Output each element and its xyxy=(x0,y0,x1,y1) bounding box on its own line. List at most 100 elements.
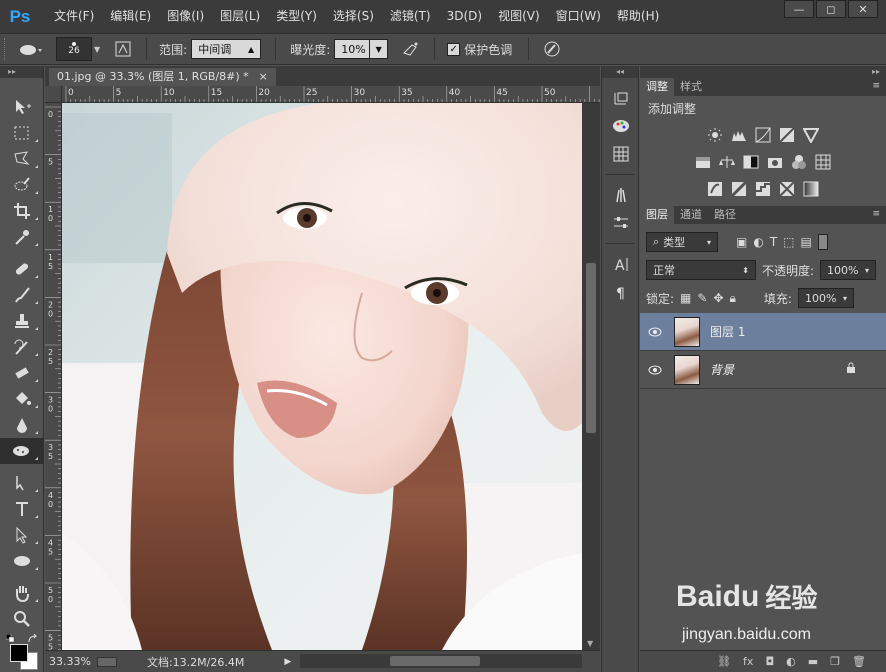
default-colors-icon[interactable] xyxy=(6,634,16,644)
lock-all-icon[interactable]: 🔒︎ xyxy=(730,291,736,306)
layer-row[interactable]: 图层 1 xyxy=(640,313,886,351)
lock-position-icon[interactable]: ✥ xyxy=(713,291,723,305)
layer-name[interactable]: 图层 1 xyxy=(710,323,745,340)
channel-mixer-icon[interactable] xyxy=(790,153,808,171)
document-canvas[interactable] xyxy=(62,103,582,650)
swatches-panel-button[interactable] xyxy=(602,140,640,168)
shape-tool[interactable] xyxy=(0,548,44,574)
history-panel-button[interactable] xyxy=(602,84,640,112)
grip-handle[interactable] xyxy=(4,38,8,60)
pressure-size-toggle[interactable] xyxy=(541,38,563,60)
fill-input[interactable]: 100% ▾ xyxy=(797,288,854,308)
zoom-level[interactable]: 33.33% xyxy=(49,655,91,668)
character-panel-button[interactable]: A xyxy=(602,250,640,278)
healing-brush-tool[interactable] xyxy=(0,256,44,282)
menu-3d[interactable]: 3D(D) xyxy=(439,0,490,33)
photo-filter-icon[interactable] xyxy=(766,153,784,171)
exposure-input[interactable]: 10% xyxy=(334,39,371,59)
filter-type-icon[interactable]: T xyxy=(770,235,777,249)
menu-view[interactable]: 视图(V) xyxy=(490,0,548,33)
ruler-origin[interactable] xyxy=(45,86,62,103)
menu-image[interactable]: 图像(I) xyxy=(159,0,212,33)
curves-icon[interactable] xyxy=(754,126,772,144)
trash-icon[interactable]: 🗑︎ xyxy=(852,655,866,668)
exposure-dropdown[interactable]: ▼ xyxy=(370,39,389,59)
clone-stamp-tool[interactable] xyxy=(0,308,44,334)
direct-selection-tool[interactable] xyxy=(0,522,44,548)
status-icon[interactable] xyxy=(96,656,117,667)
new-group-icon[interactable]: ▬ xyxy=(808,655,818,668)
vibrance-icon[interactable] xyxy=(802,126,820,144)
scroll-thumb[interactable] xyxy=(390,656,480,666)
paragraph-panel-button[interactable]: ¶ xyxy=(602,278,640,306)
horizontal-scrollbar[interactable] xyxy=(300,654,582,668)
menu-filter[interactable]: 滤镜(T) xyxy=(382,0,439,33)
layer-name[interactable]: 背景 xyxy=(710,361,734,378)
threshold-icon[interactable] xyxy=(754,180,772,198)
opacity-input[interactable]: 100% ▾ xyxy=(820,260,877,280)
paint-bucket-tool[interactable] xyxy=(0,386,44,412)
panel-collapse-icon[interactable]: ▸▸ xyxy=(640,66,886,78)
eye-icon[interactable] xyxy=(640,365,670,375)
move-tool[interactable] xyxy=(0,94,44,120)
horizontal-ruler[interactable]: 0 5 10 15 20 25 30 35 40 45 50 xyxy=(62,86,600,103)
history-brush-tool[interactable] xyxy=(0,334,44,360)
color-balance-icon[interactable] xyxy=(718,153,736,171)
invert-icon[interactable] xyxy=(706,180,724,198)
new-layer-icon[interactable]: ❐ xyxy=(830,655,840,668)
link-layers-icon[interactable]: ⛓ xyxy=(717,655,731,668)
lock-icon[interactable] xyxy=(846,362,856,377)
tab-adjustments[interactable]: 调整 xyxy=(640,78,674,96)
marquee-tool[interactable] xyxy=(0,120,44,146)
panel-collapse-icon[interactable]: ◂◂ xyxy=(602,66,638,78)
foreground-color[interactable] xyxy=(10,644,28,662)
quick-selection-tool[interactable] xyxy=(0,172,44,198)
menu-layer[interactable]: 图层(L) xyxy=(212,0,268,33)
filter-image-icon[interactable]: ▣ xyxy=(736,235,747,249)
document-tab[interactable]: 01.jpg @ 33.3% (图层 1, RGB/8#) * × xyxy=(49,68,276,86)
selective-color-icon[interactable] xyxy=(778,180,796,198)
airbrush-toggle[interactable] xyxy=(400,38,422,60)
lock-transparent-icon[interactable]: ▦ xyxy=(680,291,691,305)
tool-preset-picker[interactable] xyxy=(14,38,48,60)
close-button[interactable]: ✕ xyxy=(848,0,878,18)
panel-collapse-icon[interactable]: ▸▸ xyxy=(0,66,43,78)
layer-effects-icon[interactable]: fx xyxy=(743,655,753,668)
add-mask-icon[interactable]: ◘ xyxy=(765,655,774,668)
tab-layers[interactable]: 图层 xyxy=(640,206,674,224)
menu-help[interactable]: 帮助(H) xyxy=(609,0,667,33)
tab-channels[interactable]: 通道 xyxy=(674,206,708,224)
color-lookup-icon[interactable] xyxy=(814,153,832,171)
brush-panel-toggle[interactable] xyxy=(112,38,134,60)
color-panel-button[interactable] xyxy=(602,112,640,140)
menu-type[interactable]: 类型(Y) xyxy=(268,0,325,33)
eyedropper-tool[interactable] xyxy=(0,224,44,250)
gradient-map-icon[interactable] xyxy=(802,180,820,198)
scroll-down-icon[interactable]: ▼ xyxy=(587,639,593,648)
layer-row[interactable]: 背景 xyxy=(640,351,886,389)
status-menu-arrow-icon[interactable]: ▶ xyxy=(284,657,291,667)
filter-smart-object-icon[interactable]: ▤ xyxy=(801,235,812,249)
lock-pixels-icon[interactable]: ✎ xyxy=(697,291,707,305)
hue-saturation-icon[interactable] xyxy=(694,153,712,171)
exposure-icon[interactable] xyxy=(778,126,796,144)
posterize-icon[interactable] xyxy=(730,180,748,198)
protect-tones-checkbox[interactable]: ✓ xyxy=(447,42,461,56)
type-tool[interactable] xyxy=(0,496,44,522)
range-select[interactable]: 中间调 ▲ xyxy=(191,39,262,59)
panel-menu-icon[interactable]: ≡ xyxy=(872,209,880,219)
filter-toggle[interactable] xyxy=(817,234,828,250)
brush-preset-picker[interactable]: 26 xyxy=(56,37,92,61)
filter-adjustment-icon[interactable]: ◐ xyxy=(753,235,763,249)
scroll-thumb[interactable] xyxy=(586,263,596,433)
eye-icon[interactable] xyxy=(640,327,670,337)
blur-tool[interactable] xyxy=(0,412,44,438)
filter-shape-icon[interactable]: ⬚ xyxy=(783,235,794,249)
menu-select[interactable]: 选择(S) xyxy=(325,0,382,33)
tab-styles[interactable]: 样式 xyxy=(674,78,708,96)
path-selection-tool[interactable] xyxy=(0,470,44,496)
menu-window[interactable]: 窗口(W) xyxy=(548,0,609,33)
sponge-tool[interactable] xyxy=(0,438,44,464)
tab-paths[interactable]: 路径 xyxy=(708,206,742,224)
close-tab-icon[interactable]: × xyxy=(259,68,268,86)
